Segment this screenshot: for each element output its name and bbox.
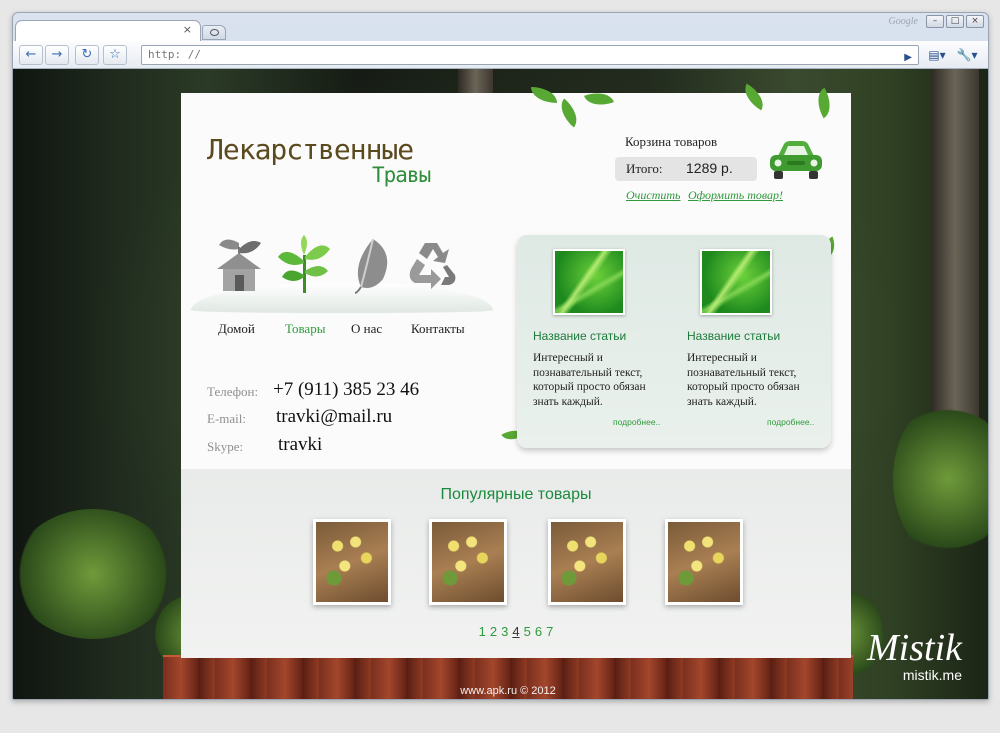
home-icon[interactable] bbox=[211, 235, 267, 295]
product-thumbnail[interactable] bbox=[548, 519, 626, 605]
page-link[interactable]: 2 bbox=[490, 624, 497, 639]
phone-value: +7 (911) 385 23 46 bbox=[273, 379, 420, 400]
article-more-link[interactable]: подробнее.. bbox=[767, 417, 814, 427]
page-menu-icon[interactable]: ▤▾ bbox=[923, 45, 951, 65]
back-button[interactable]: ← bbox=[19, 45, 43, 65]
phone-label: Телефон: bbox=[207, 384, 259, 399]
page-viewport: www.apk.ru © 2012 Лекарственные Травы Ко… bbox=[13, 69, 988, 699]
bookmark-star-icon[interactable]: ☆ bbox=[103, 45, 127, 65]
browser-tab[interactable]: × bbox=[15, 20, 201, 42]
new-tab-button[interactable] bbox=[202, 25, 226, 40]
cart-title: Корзина товаров bbox=[625, 134, 718, 149]
cart-total-box: Итого: 1289 р. bbox=[615, 157, 757, 181]
article-title[interactable]: Название статьи bbox=[533, 329, 626, 343]
leaf-decoration-icon bbox=[531, 87, 557, 103]
page-link[interactable]: 1 bbox=[479, 624, 486, 639]
nav-item-about[interactable]: О нас bbox=[351, 321, 382, 337]
nav-item-contacts[interactable]: Контакты bbox=[411, 321, 465, 337]
product-image bbox=[668, 522, 740, 602]
page-link[interactable]: 6 bbox=[535, 624, 542, 639]
browser-toolbar: ← → ↻ ☆ http: // ▶ ▤▾ 🔧▾ bbox=[13, 41, 988, 69]
address-text: http: // bbox=[148, 48, 201, 61]
article-image[interactable] bbox=[553, 249, 625, 315]
product-thumbnail[interactable] bbox=[313, 519, 391, 605]
watermark-name: Mistik bbox=[867, 627, 962, 669]
skype-value: travki bbox=[278, 434, 323, 455]
page-link[interactable]: 3 bbox=[501, 624, 508, 639]
logo-line2: Травы bbox=[372, 163, 431, 187]
pagination: 1234567 bbox=[181, 624, 851, 639]
cart-total-label: Итого: bbox=[626, 161, 663, 176]
nav-item-products[interactable]: Товары bbox=[285, 321, 325, 337]
leaf-decoration-icon bbox=[810, 87, 838, 119]
close-window-button[interactable]: × bbox=[966, 15, 984, 28]
email-label: E-mail: bbox=[207, 411, 246, 426]
maximize-button[interactable]: □ bbox=[946, 15, 964, 28]
product-thumbnail[interactable] bbox=[429, 519, 507, 605]
article-image[interactable] bbox=[700, 249, 772, 315]
nav-item-home[interactable]: Домой bbox=[218, 321, 255, 337]
page-link-current[interactable]: 4 bbox=[512, 624, 519, 639]
footer-copyright: www.apk.ru © 2012 bbox=[460, 685, 556, 697]
content-panel: Лекарственные Травы Корзина товаров Итог… bbox=[181, 83, 851, 658]
article-text: Интересный и познавательный текст, котор… bbox=[533, 352, 646, 408]
leaf-decoration-icon bbox=[584, 87, 614, 111]
moss-image bbox=[13, 509, 173, 639]
car-icon[interactable] bbox=[768, 140, 824, 182]
tree-trunk-image bbox=[458, 69, 493, 93]
watermark-site: mistik.me bbox=[902, 667, 962, 683]
go-icon[interactable]: ▶ bbox=[904, 49, 912, 67]
tab-strip: × Google – □ × bbox=[13, 13, 988, 42]
browser-window: × Google – □ × ← → ↻ ☆ http: // ▶ ▤▾ 🔧▾ … bbox=[12, 12, 989, 700]
article-text: Интересный и познавательный текст, котор… bbox=[687, 352, 800, 408]
product-image bbox=[432, 522, 504, 602]
email-value[interactable]: travki@mail.ru bbox=[276, 406, 392, 428]
product-image bbox=[316, 522, 388, 602]
popular-title: Популярные товары bbox=[440, 486, 592, 503]
address-bar[interactable]: http: // ▶ bbox=[141, 45, 919, 65]
leaf-decoration-icon bbox=[738, 83, 770, 111]
minimize-button[interactable]: – bbox=[926, 15, 944, 28]
product-image bbox=[551, 522, 623, 602]
forward-button[interactable]: → bbox=[45, 45, 69, 65]
checkout-link[interactable]: Оформить товар! bbox=[688, 188, 783, 203]
recycle-icon[interactable] bbox=[403, 235, 459, 295]
article-more-link[interactable]: подробнее.. bbox=[613, 417, 660, 427]
article-title[interactable]: Название статьи bbox=[687, 329, 780, 343]
articles-box: Название статьи Интересный и познаватель… bbox=[517, 235, 831, 448]
browser-brand: Google bbox=[888, 16, 918, 27]
skype-label: Skype: bbox=[207, 439, 244, 454]
page-link[interactable]: 5 bbox=[524, 624, 531, 639]
reload-button[interactable]: ↻ bbox=[75, 45, 99, 65]
page-link[interactable]: 7 bbox=[546, 624, 553, 639]
watermark: Mistik mistik.me bbox=[867, 629, 962, 683]
clear-cart-link[interactable]: Очистить bbox=[626, 188, 681, 203]
window-controls: – □ × bbox=[926, 15, 984, 28]
leaf-icon[interactable] bbox=[343, 235, 399, 295]
product-thumbnail[interactable] bbox=[665, 519, 743, 605]
leaf-decoration-icon bbox=[553, 98, 585, 128]
incognito-icon bbox=[210, 29, 219, 36]
plant-icon[interactable] bbox=[276, 235, 332, 295]
logo-line1: Лекарственные bbox=[207, 133, 414, 166]
wrench-menu-icon[interactable]: 🔧▾ bbox=[953, 45, 981, 65]
close-tab-icon[interactable]: × bbox=[183, 23, 192, 36]
moss-image bbox=[893, 399, 988, 559]
cart-total-value: 1289 р. bbox=[686, 160, 733, 176]
